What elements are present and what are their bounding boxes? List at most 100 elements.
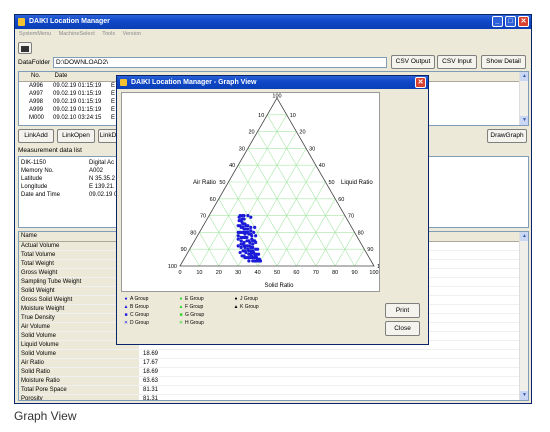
grid-line: [315, 215, 346, 267]
data-point: [253, 239, 257, 243]
grid-line: [354, 249, 365, 267]
menu-version[interactable]: Version: [123, 31, 141, 37]
property-row[interactable]: Total Pore Space 81.31: [19, 386, 528, 395]
minimize-icon[interactable]: _: [492, 16, 503, 27]
maximize-icon[interactable]: □: [505, 16, 516, 27]
data-point: [241, 249, 245, 253]
property-row[interactable]: Moisture Ratio 63.63: [19, 377, 528, 386]
data-point: [253, 256, 257, 260]
legend-label: G Group: [185, 312, 205, 318]
property-value: 18.69: [143, 369, 159, 375]
row-extra: E: [111, 107, 116, 113]
legend-label: H Group: [185, 320, 204, 326]
property-name: Air Ratio: [19, 359, 139, 367]
properties-scrollbar[interactable]: ▲ ▼: [519, 232, 528, 400]
legend-item: ✕ H Group: [178, 320, 204, 326]
legend-symbol-icon: ●: [179, 296, 183, 302]
data-point: [244, 250, 248, 255]
legend-item: ▲ K Group: [233, 304, 259, 310]
chevron-up-icon[interactable]: ▲: [520, 232, 528, 241]
property-row[interactable]: Porosity 81.31: [19, 395, 528, 401]
property-value: 63.63: [143, 378, 159, 384]
link-open-button[interactable]: LinkOpen: [57, 129, 95, 143]
open-folder-button[interactable]: [18, 42, 32, 54]
csv-input-button[interactable]: CSV Input: [437, 55, 477, 69]
tick-label-bottom: 100: [369, 270, 378, 276]
legend-item: ● A Group: [123, 296, 148, 302]
link-add-button[interactable]: LinkAdd: [18, 129, 54, 143]
data-point: [246, 244, 250, 248]
tick-label-right: 10: [290, 113, 296, 119]
tick-label-left: 30: [239, 146, 245, 152]
draw-graph-button[interactable]: DrawGraph: [487, 129, 527, 143]
tick-label-right: 70: [348, 214, 354, 220]
data-point: [240, 214, 244, 218]
property-row[interactable]: Air Ratio 17.67: [19, 359, 528, 368]
row-no: A998: [29, 99, 44, 105]
graph-area: 100 10 20 30 40 50 60 70 80 90 100 10 20 30 40 50 60 70 80…: [121, 92, 380, 292]
property-row[interactable]: Solid Volume 18.69: [19, 350, 528, 359]
tick-label-right: 30: [309, 146, 315, 152]
data-point: [238, 250, 242, 255]
col-no[interactable]: No.: [19, 72, 53, 81]
data-point: [251, 242, 255, 246]
dialog-close-icon[interactable]: ✕: [415, 77, 426, 88]
measurement-label: Latitude: [21, 176, 43, 182]
dialog-app-icon: [120, 79, 127, 86]
data-point: [249, 215, 253, 219]
main-titlebar[interactable]: DAIKI Location Manager _ □ ✕: [15, 15, 531, 29]
data-point: [245, 256, 249, 260]
property-row[interactable]: Solid Ratio 18.69: [19, 368, 528, 377]
link-d-button[interactable]: LinkD: [98, 129, 118, 143]
figure-caption: Graph View: [14, 409, 77, 423]
chevron-down-icon[interactable]: ▼: [520, 116, 528, 125]
show-detail-button[interactable]: Show Detail: [481, 55, 526, 69]
property-name: Moisture Ratio: [19, 377, 139, 385]
tick-label-left: 40: [229, 163, 235, 169]
col-name[interactable]: Name: [19, 233, 37, 239]
col-date[interactable]: Date: [55, 72, 115, 81]
property-name: Total Pore Space: [19, 386, 139, 394]
tick-label-left: 90: [181, 247, 187, 253]
data-point: [248, 240, 252, 245]
data-point: [249, 256, 253, 260]
menu-tools[interactable]: Tools: [102, 31, 115, 37]
print-button[interactable]: Print: [385, 303, 420, 318]
close-icon[interactable]: ✕: [518, 16, 529, 27]
data-point: [246, 227, 250, 231]
legend-label: K Group: [240, 304, 259, 310]
dialog-title: DAIKI Location Manager - Graph View: [131, 79, 257, 86]
data-point: [241, 242, 245, 246]
menu-machine-select[interactable]: MachineSelect: [59, 31, 95, 37]
legend-label: E Group: [185, 296, 204, 302]
data-point: [243, 245, 247, 250]
menu-system[interactable]: SystemMenu: [19, 31, 51, 37]
tick-label-left: 50: [219, 180, 225, 186]
folder-icon: [21, 46, 29, 52]
row-no: A999: [29, 107, 44, 113]
tick-label-bottom: 50: [274, 270, 280, 276]
legend-label: D Group: [130, 320, 149, 326]
data-point: [246, 247, 250, 251]
row-no: M000: [29, 115, 45, 121]
data-point: [243, 232, 247, 236]
dialog-titlebar[interactable]: DAIKI Location Manager - Graph View ✕: [117, 76, 428, 89]
tick-label-left: 100: [168, 264, 177, 270]
property-value: 17.67: [143, 360, 159, 366]
close-button[interactable]: Close: [385, 321, 420, 336]
data-point: [240, 217, 244, 221]
ternary-chart: 1001020304050607080901001020304050607080…: [168, 94, 379, 290]
legend-item: ▲ B Group: [123, 304, 149, 310]
chevron-up-icon[interactable]: ▲: [520, 72, 528, 81]
records-scrollbar[interactable]: ▲ ▼: [519, 72, 528, 125]
data-point: [241, 235, 245, 240]
property-value: 81.31: [143, 396, 159, 401]
data-point: [249, 245, 253, 250]
property-name: Porosity: [19, 395, 139, 400]
chevron-down-icon[interactable]: ▼: [520, 391, 528, 400]
data-point: [256, 247, 260, 251]
tick-label-bottom: 40: [255, 270, 261, 276]
data-folder-input[interactable]: D:\DOWNLOAD2\: [53, 57, 387, 68]
legend-symbol-icon: ●: [234, 296, 238, 302]
csv-output-button[interactable]: CSV Output: [391, 55, 435, 69]
